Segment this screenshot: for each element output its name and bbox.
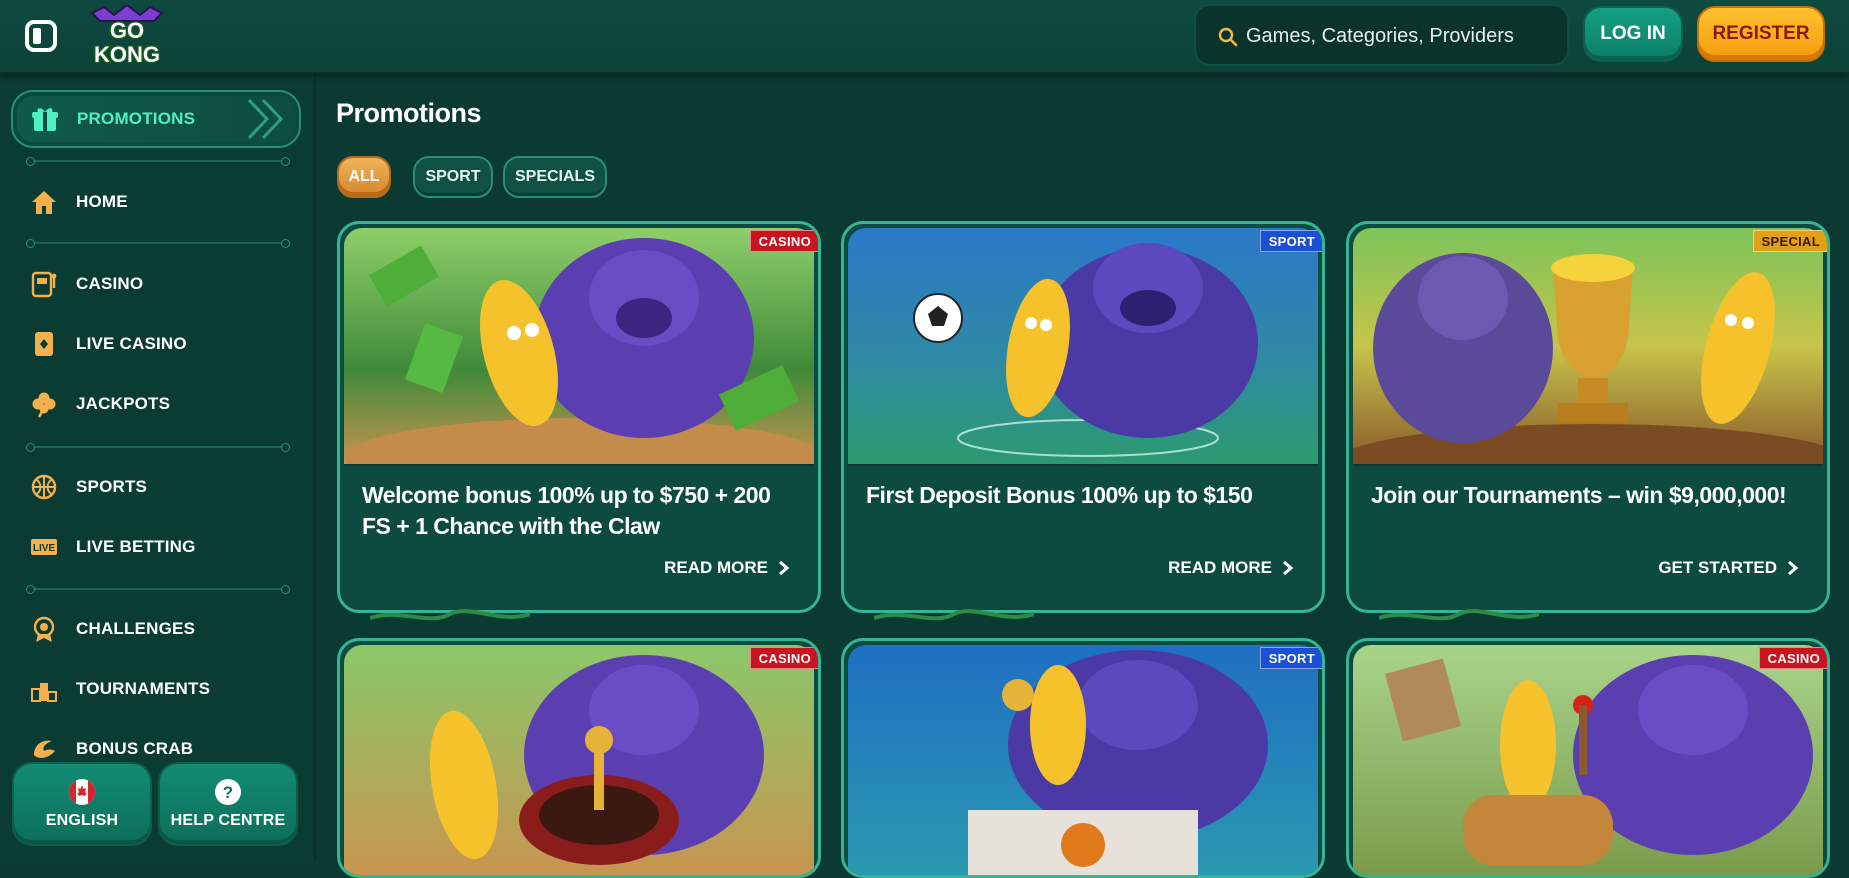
- clover-icon: [32, 392, 56, 418]
- sidebar-item-label: TOURNAMENTS: [76, 679, 211, 698]
- cta-label: READ MORE: [664, 558, 768, 577]
- sidebar-item-promotions[interactable]: PROMOTIONS: [11, 90, 301, 148]
- sidebar-item-label: CASINO: [76, 274, 144, 293]
- filter-sport[interactable]: SPORT: [413, 156, 493, 198]
- vine-decoration-icon: [874, 609, 1034, 621]
- read-more-link[interactable]: READ MORE: [664, 558, 790, 578]
- promo-card[interactable]: SPORT: [841, 638, 1325, 878]
- promo-title: First Deposit Bonus 100% up to $150: [866, 482, 1253, 508]
- promo-image: [848, 645, 1318, 875]
- slot-machine-icon: [31, 271, 57, 298]
- filter-all[interactable]: ALL: [337, 156, 391, 198]
- podium-icon: [31, 683, 57, 702]
- top-header: GO KONG LOG IN REGISTER: [0, 0, 1849, 74]
- promo-image: [848, 228, 1318, 464]
- promo-image: [1353, 645, 1823, 875]
- promo-title: Join our Tournaments – win $9,000,000!: [1371, 482, 1787, 508]
- promo-card[interactable]: CASINO: [1346, 638, 1830, 878]
- gokong-logo[interactable]: GO KONG: [84, 3, 170, 68]
- promo-info: Join our Tournaments – win $9,000,000! G…: [1353, 464, 1823, 604]
- sidebar-item-label: JACKPOTS: [76, 394, 171, 413]
- svg-text:LIVE: LIVE: [33, 543, 56, 554]
- chevron-right-icon: [779, 560, 790, 576]
- promo-title: Welcome bonus 100% up to $750 + 200 FS +…: [362, 482, 771, 539]
- help-icon: ?: [215, 779, 241, 805]
- home-icon: [32, 191, 56, 214]
- cta-label: READ MORE: [1168, 558, 1272, 577]
- gift-icon: [32, 108, 58, 131]
- sidebar-divider: [26, 157, 290, 166]
- promo-image: [344, 645, 814, 875]
- search-icon: [1218, 27, 1238, 47]
- sidebar-item-tournaments[interactable]: TOURNAMENTS: [30, 669, 300, 709]
- search-bar[interactable]: [1194, 4, 1569, 66]
- vine-decoration-icon: [1379, 609, 1539, 621]
- svg-text:?: ?: [223, 783, 233, 802]
- sidebar-item-challenges[interactable]: CHALLENGES: [30, 609, 300, 649]
- badge-icon: [33, 616, 55, 642]
- promo-info: Welcome bonus 100% up to $750 + 200 FS +…: [344, 464, 814, 604]
- svg-text:GO: GO: [110, 18, 144, 43]
- sidebar-divider: [26, 443, 290, 452]
- sidebar-item-label: HOME: [76, 192, 128, 211]
- sidebar-toggle-icon[interactable]: [25, 20, 57, 52]
- promo-card[interactable]: CASINO Welcome bonus 100% up to $750 + 2…: [337, 221, 821, 613]
- sidebar-item-live-casino[interactable]: LIVE CASINO: [30, 324, 300, 364]
- help-centre-label: HELP CENTRE: [170, 812, 286, 829]
- sidebar-item-label: BONUS CRAB: [76, 739, 194, 758]
- canada-flag-icon: [69, 779, 95, 805]
- sidebar-divider: [26, 585, 290, 594]
- vine-decoration-icon: [370, 609, 530, 621]
- claw-icon: [34, 740, 55, 758]
- promo-info: First Deposit Bonus 100% up to $150 READ…: [848, 464, 1318, 604]
- cta-label: GET STARTED: [1658, 558, 1777, 577]
- language-label: ENGLISH: [45, 812, 119, 829]
- svg-text:KONG: KONG: [94, 42, 160, 67]
- sidebar-item-jackpots[interactable]: JACKPOTS: [30, 384, 300, 424]
- chevron-decoration-icon: [247, 98, 284, 140]
- category-tag: SPECIAL: [1752, 230, 1827, 252]
- promo-card[interactable]: SPORT First Deposit Bonus 100% up to $15…: [841, 221, 1325, 613]
- chevron-right-icon: [1283, 560, 1294, 576]
- help-centre-button[interactable]: ? HELP CENTRE: [158, 762, 298, 846]
- promo-image: [1353, 228, 1823, 464]
- basketball-icon: [31, 474, 57, 500]
- live-icon: LIVE: [31, 539, 57, 555]
- page-title: Promotions: [336, 98, 482, 128]
- category-tag: SPORT: [1259, 647, 1322, 669]
- card-icon: [35, 332, 53, 356]
- register-button[interactable]: REGISTER: [1697, 6, 1825, 62]
- sidebar-item-label: LIVE BETTING: [76, 537, 196, 556]
- sidebar-item-label: SPORTS: [76, 477, 148, 496]
- login-button[interactable]: LOG IN: [1583, 6, 1683, 62]
- promo-card[interactable]: SPECIAL Join our Tournaments – win $9,00…: [1346, 221, 1830, 613]
- category-tag: SPORT: [1259, 230, 1322, 252]
- sidebar: PROMOTIONS HOME CASINO LIVE CASINO JACKP…: [0, 74, 316, 859]
- language-button[interactable]: ENGLISH: [12, 762, 152, 846]
- sidebar-divider: [26, 239, 290, 248]
- sidebar-item-label: PROMOTIONS: [77, 109, 196, 128]
- promo-card[interactable]: CASINO: [337, 638, 821, 878]
- get-started-link[interactable]: GET STARTED: [1658, 558, 1799, 578]
- search-input[interactable]: [1246, 16, 1556, 56]
- read-more-link[interactable]: READ MORE: [1168, 558, 1294, 578]
- filter-specials[interactable]: SPECIALS: [503, 156, 607, 198]
- sidebar-item-live-betting[interactable]: LIVE LIVE BETTING: [30, 527, 300, 567]
- promo-image: [344, 228, 814, 464]
- sidebar-item-sports[interactable]: SPORTS: [30, 467, 300, 507]
- sidebar-item-label: CHALLENGES: [76, 619, 196, 638]
- category-tag: CASINO: [749, 230, 818, 252]
- category-tag: CASINO: [1758, 647, 1827, 669]
- chevron-right-icon: [1788, 560, 1799, 576]
- category-tag: CASINO: [749, 647, 818, 669]
- sidebar-item-home[interactable]: HOME: [30, 182, 300, 222]
- sidebar-item-label: LIVE CASINO: [76, 334, 187, 353]
- sidebar-item-casino[interactable]: CASINO: [30, 264, 300, 304]
